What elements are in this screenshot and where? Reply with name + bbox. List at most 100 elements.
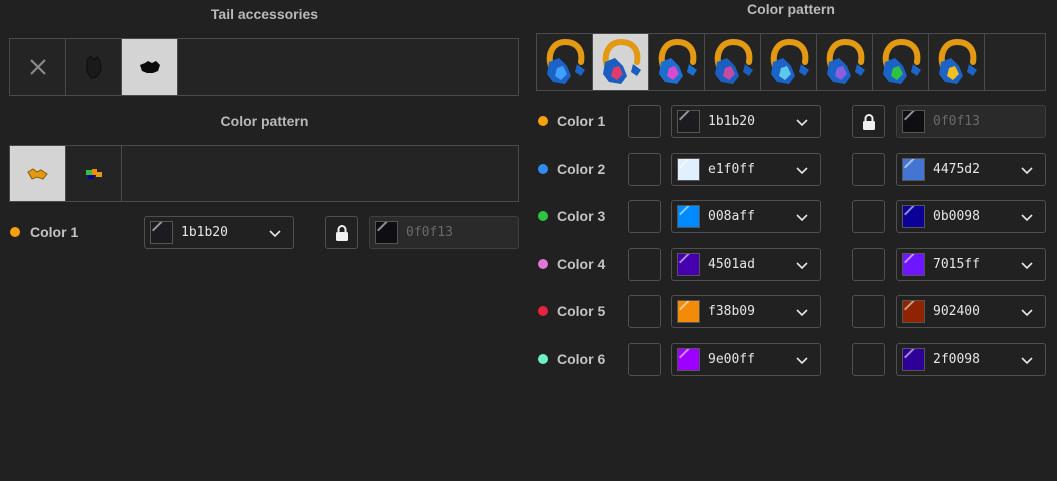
chevron-down-icon bbox=[1021, 309, 1033, 317]
color-5-primary-swatch bbox=[677, 300, 700, 323]
pattern-tile-1[interactable] bbox=[537, 34, 593, 90]
color-6-dot bbox=[538, 353, 548, 364]
color-4-secondary-checkbox[interactable] bbox=[852, 247, 885, 281]
chevron-down-icon bbox=[1021, 166, 1033, 174]
tail-accessories-strip bbox=[9, 38, 519, 96]
color-5-primary-checkbox[interactable] bbox=[628, 295, 661, 328]
tail-pattern-6-icon bbox=[826, 38, 865, 84]
color-1-label: Color 1 bbox=[557, 113, 606, 129]
pattern-tile-3[interactable] bbox=[649, 34, 705, 90]
color-3-secondary-value: 0b0098 bbox=[933, 209, 980, 224]
color-5-secondary-select[interactable]: 902400 bbox=[896, 295, 1046, 328]
color-6-secondary-value: 2f0098 bbox=[933, 351, 980, 367]
color-3-secondary-checkbox[interactable] bbox=[852, 200, 885, 233]
tail-pattern-2-icon bbox=[602, 38, 641, 84]
color-1-secondary-value: 0f0f13 bbox=[933, 114, 980, 129]
accessory-tile-black[interactable] bbox=[122, 39, 178, 95]
color-2-secondary-select[interactable]: 4475d2 bbox=[896, 152, 1046, 186]
color-1-lock-button[interactable] bbox=[852, 105, 885, 138]
color-3-primary-select[interactable]: 008aff bbox=[671, 200, 821, 233]
color-4-secondary-select[interactable]: 7015ff bbox=[896, 247, 1046, 281]
color-2-primary-checkbox[interactable] bbox=[628, 152, 661, 186]
chevron-down-icon bbox=[796, 166, 808, 174]
color-6-primary-checkbox[interactable] bbox=[628, 342, 661, 376]
color-1-secondary-select: 0f0f13 bbox=[896, 105, 1046, 138]
pattern-tile-8[interactable] bbox=[929, 34, 985, 90]
color-3-secondary-select[interactable]: 0b0098 bbox=[896, 200, 1046, 233]
chevron-down-icon bbox=[796, 119, 808, 127]
color-5-secondary-swatch bbox=[902, 300, 925, 323]
pattern-tile-2[interactable] bbox=[593, 34, 649, 90]
color-6-secondary-checkbox[interactable] bbox=[852, 342, 885, 376]
color-pattern-strip-right bbox=[536, 33, 1046, 91]
color-2-dot bbox=[538, 163, 548, 174]
color-3-primary-value: 008aff bbox=[708, 209, 755, 224]
no-accessory-tile[interactable] bbox=[10, 39, 66, 95]
color-pattern-title-right: Color pattern bbox=[747, 1, 835, 17]
color-2-primary-select[interactable]: e1f0ff bbox=[671, 152, 821, 186]
color-4-label: Color 4 bbox=[557, 255, 606, 272]
accessory-tile-dark[interactable] bbox=[66, 39, 122, 95]
chevron-down-icon bbox=[1021, 261, 1033, 269]
right-color-1-row: Color 1 1b1b20 0f0f13 bbox=[0, 105, 1057, 138]
color-5-primary-value: f38b09 bbox=[708, 304, 755, 319]
color-4-dot bbox=[538, 258, 548, 269]
tail-pattern-4-icon bbox=[714, 38, 753, 84]
color-5-dot bbox=[538, 306, 548, 316]
color-5-secondary-checkbox[interactable] bbox=[852, 295, 885, 328]
pattern-tile-7[interactable] bbox=[873, 34, 929, 90]
color-4-primary-checkbox[interactable] bbox=[628, 247, 661, 281]
color-1-primary-value: 1b1b20 bbox=[708, 114, 755, 129]
color-1-secondary-swatch bbox=[902, 110, 925, 133]
tail-pattern-7-icon bbox=[882, 38, 921, 84]
tail-accessories-title: Tail accessories bbox=[210, 6, 319, 22]
right-color-3-row: Color 3 008aff 0b0098 bbox=[0, 200, 1057, 233]
color-4-secondary-swatch bbox=[902, 252, 925, 276]
color-6-primary-swatch bbox=[677, 347, 700, 371]
color-3-label: Color 3 bbox=[557, 208, 606, 224]
color-1-dot bbox=[538, 116, 548, 126]
color-2-primary-value: e1f0ff bbox=[708, 161, 755, 177]
color-3-primary-checkbox[interactable] bbox=[628, 200, 661, 233]
color-2-primary-swatch bbox=[677, 157, 700, 181]
color-4-secondary-value: 7015ff bbox=[933, 256, 980, 272]
right-color-2-row: Color 2 e1f0ff 4475d2 bbox=[0, 152, 1057, 186]
color-6-secondary-swatch bbox=[902, 347, 925, 371]
color-6-secondary-select[interactable]: 2f0098 bbox=[896, 342, 1046, 376]
chevron-down-icon bbox=[796, 214, 808, 222]
color-2-secondary-checkbox[interactable] bbox=[852, 152, 885, 186]
chevron-down-icon bbox=[796, 309, 808, 317]
chevron-down-icon bbox=[1021, 356, 1033, 364]
tail-pattern-1-icon bbox=[546, 38, 585, 84]
color-2-secondary-swatch bbox=[902, 157, 925, 181]
pattern-tile-4[interactable] bbox=[705, 34, 761, 90]
pattern-tile-6[interactable] bbox=[817, 34, 873, 90]
tail-pattern-5-icon bbox=[770, 38, 809, 84]
tail-pattern-3-icon bbox=[658, 38, 697, 84]
tail-pattern-8-icon bbox=[938, 38, 977, 84]
right-color-4-row: Color 4 4501ad 7015ff bbox=[0, 247, 1057, 281]
color-3-secondary-swatch bbox=[902, 205, 925, 228]
color-1-primary-swatch bbox=[677, 110, 700, 133]
color-4-primary-select[interactable]: 4501ad bbox=[671, 247, 821, 281]
color-5-secondary-value: 902400 bbox=[933, 304, 980, 319]
color-6-primary-value: 9e00ff bbox=[708, 351, 755, 367]
color-5-label: Color 5 bbox=[557, 303, 606, 319]
color-2-secondary-value: 4475d2 bbox=[933, 161, 980, 177]
color-3-dot bbox=[538, 211, 548, 221]
color-3-primary-swatch bbox=[677, 205, 700, 228]
color-5-primary-select[interactable]: f38b09 bbox=[671, 295, 821, 328]
color-2-label: Color 2 bbox=[557, 160, 606, 177]
color-1-primary-select[interactable]: 1b1b20 bbox=[671, 105, 821, 138]
right-color-6-row: Color 6 9e00ff 2f0098 bbox=[0, 342, 1057, 376]
lock-icon bbox=[862, 113, 875, 130]
color-6-primary-select[interactable]: 9e00ff bbox=[671, 342, 821, 376]
dark-tail-accessory-icon bbox=[86, 55, 102, 79]
pattern-tile-5[interactable] bbox=[761, 34, 817, 90]
color-4-primary-value: 4501ad bbox=[708, 256, 755, 272]
color-6-label: Color 6 bbox=[557, 350, 606, 367]
close-icon bbox=[29, 59, 46, 75]
right-color-5-row: Color 5 f38b09 902400 bbox=[0, 295, 1057, 328]
color-4-primary-swatch bbox=[677, 252, 700, 276]
color-1-primary-checkbox[interactable] bbox=[628, 105, 661, 138]
